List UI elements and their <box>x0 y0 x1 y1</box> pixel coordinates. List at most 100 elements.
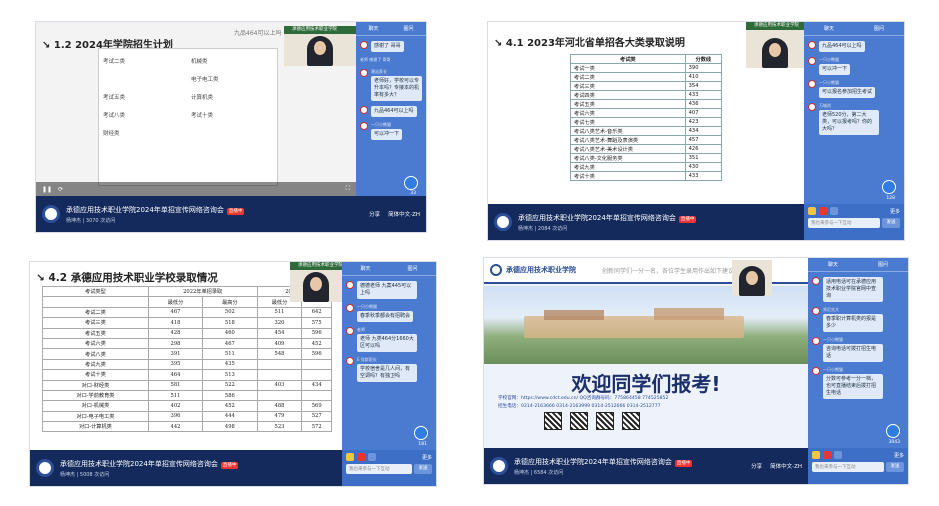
chat-tabs: 聊天 图问 <box>356 22 426 36</box>
slide-stage: ↘ 1.2 2024年学院招生计划 九品464可以上吗 考试二类 机械类 电子电… <box>36 22 356 196</box>
visit-count: 5008 次访问 <box>79 471 110 478</box>
cell: 444 <box>202 410 258 423</box>
chat-text: 春季职计算机类的报是多少 <box>823 314 883 332</box>
avatar <box>360 106 368 114</box>
thumbs-up-icon[interactable] <box>414 426 428 440</box>
send-button[interactable]: 发送 <box>414 464 432 474</box>
thumbs-up-icon[interactable] <box>886 424 900 438</box>
webcam: 承德应用技术职业学院 <box>290 262 342 302</box>
cell: 对口-电子电工类 <box>42 410 149 423</box>
table-row: 考试四类 433 <box>570 90 723 100</box>
headline: 欢迎同学们报考! <box>571 372 721 396</box>
cell: 407 <box>684 108 723 118</box>
tab-qa[interactable]: 图问 <box>403 25 413 32</box>
tab-qa[interactable]: 图问 <box>878 261 888 268</box>
avatar <box>360 41 368 49</box>
pause-icon[interactable]: ❚❚ <box>42 186 52 193</box>
chat-message: 一只小熊猫 可以报名参加招生考试 <box>808 80 900 98</box>
table-row: 对口-计算机类 442 498 523 572 <box>42 421 332 433</box>
tab-chat[interactable]: 聊天 <box>368 25 378 32</box>
cell: 518 <box>202 317 258 329</box>
gift-icon[interactable] <box>808 207 816 215</box>
share-button[interactable]: 分享 <box>369 210 380 218</box>
gift-icon[interactable] <box>812 451 820 459</box>
table-subheader-row: 最低分 最高分 最低分 <box>42 296 332 308</box>
red-packet-icon[interactable] <box>823 451 831 459</box>
gift-icon[interactable] <box>346 453 354 461</box>
cell: 433 <box>684 171 723 181</box>
footer: 承德应用技术职业学院2024年单招宣传网络咨询会 直播中 杨坤杰 | 3070 次… <box>36 196 426 232</box>
tab-chat[interactable]: 聊天 <box>360 265 370 272</box>
webcam-label: 承德应用技术职业学院 <box>284 26 356 34</box>
table-row: 考试二类 467 502 511 642 <box>42 306 332 319</box>
chat-panel: 聊天 图问 九品464可以上吗 一只小熊猫 可以冲一下 一只小熊猫 可以报名参加招生… <box>804 22 904 204</box>
cell: 548 <box>256 348 303 360</box>
cell <box>256 369 303 381</box>
cell: 452 <box>301 337 332 350</box>
language-select[interactable]: 简体中文-ZH <box>770 462 802 470</box>
send-button[interactable]: 发送 <box>886 462 904 472</box>
admission-table: 考试类型 2022年单招录取 2023年 最低分 最高分 最低分 考试二类467… <box>42 285 333 433</box>
avatar <box>346 327 354 335</box>
refresh-icon[interactable]: ⟳ <box>58 186 63 193</box>
chat-input[interactable]: 我也来参与一下互动 <box>812 462 884 472</box>
tab-chat[interactable]: 聊天 <box>824 25 834 32</box>
chat-text: 咨询电话可拨打招生电话 <box>823 344 883 362</box>
chat-text: 适用电话可在承德应用技术职业学院官网中查询 <box>823 277 883 302</box>
cell: 390 <box>684 63 723 73</box>
chat-text: 可以报名参加招生考试 <box>819 87 876 98</box>
chat-text: 老师 九类464分1660大区可以吗 <box>357 334 417 352</box>
phone-info: 招生电话：0314-2163666 0314-2163999 0314-2512… <box>498 404 661 409</box>
cell: 488 <box>256 400 303 412</box>
thumbs-up-icon[interactable] <box>404 176 418 190</box>
menu-icon[interactable] <box>368 453 376 461</box>
more-button[interactable]: 更多 <box>890 208 900 215</box>
chat-input[interactable]: 我也来参与一下互动 <box>346 464 412 474</box>
live-badge: 直播中 <box>678 215 697 223</box>
arrow-icon: ↘ <box>494 38 503 49</box>
share-button[interactable]: 分享 <box>751 462 762 470</box>
cell: 596 <box>301 327 332 339</box>
chat-message: 九品464可以上吗 <box>808 41 900 52</box>
menu-icon[interactable] <box>830 207 838 215</box>
cell: 423 <box>684 117 723 127</box>
chat-panel: 聊天 图问 德德老师 九案445可以上吗 一只小熊猫 春季秋季都会有招聘会 老师老… <box>342 262 436 450</box>
red-packet-icon[interactable] <box>819 207 827 215</box>
cell: 452 <box>202 400 258 412</box>
language-select[interactable]: 简体中文-ZH <box>388 210 420 218</box>
more-button[interactable]: 更多 <box>422 454 432 461</box>
table-row: 考试七类 423 <box>570 117 723 127</box>
slide-title-text: 4.2 承德应用技术职业学校录取情况 <box>48 272 218 284</box>
slide-stage: 承德应用技术职业学院 创新同学们一分一名，各位学生录用作出如下建议 欢迎同学们报… <box>484 258 808 448</box>
footer-title: 承德应用技术职业学院2024年单招宣传网络咨询会 <box>514 457 672 466</box>
cell: 409 <box>256 337 303 350</box>
author: 杨坤杰 <box>60 471 76 478</box>
webcam-label: 承德应用技术职业学院 <box>746 22 804 30</box>
thumbs-up-icon[interactable] <box>882 180 896 194</box>
send-button[interactable]: 发送 <box>882 218 900 228</box>
like-count: 128 <box>886 196 895 201</box>
banner-top-text: 创新同学们一分一名，各位学生录用作出如下建议 <box>602 267 735 275</box>
avatar <box>808 103 816 111</box>
tab-chat[interactable]: 聊天 <box>828 261 838 268</box>
cell: 460 <box>202 327 258 339</box>
cell: 467 <box>202 337 258 350</box>
avatar <box>812 277 820 285</box>
footer-title: 承德应用技术职业学院2024年单招宣传网络咨询会 <box>60 459 218 468</box>
tab-qa[interactable]: 图问 <box>874 25 884 32</box>
fullscreen-icon[interactable]: ⛶ <box>346 185 350 193</box>
more-button[interactable]: 更多 <box>894 452 904 459</box>
menu-icon[interactable] <box>834 451 842 459</box>
table-header: 2022年单招录取 <box>147 285 258 298</box>
table-row: 考试八类艺术-舞蹈及表演类 457 <box>570 135 723 145</box>
chat-input[interactable]: 我也来参与一下互动 <box>808 218 880 228</box>
cell: 436 <box>684 99 723 109</box>
cell: 考试二类 <box>42 306 149 319</box>
red-packet-icon[interactable] <box>357 453 365 461</box>
tab-qa[interactable]: 图问 <box>407 265 417 272</box>
cell: 320 <box>256 317 303 329</box>
chat-panel: 聊天 图问 适用电话可在承德应用技术职业学院官网中查询 肯尼先大 春季职计算机类的… <box>808 258 908 448</box>
cell: 考试六类 <box>42 337 149 350</box>
cell: 对口-学前教育类 <box>42 389 149 402</box>
cell <box>301 389 332 402</box>
